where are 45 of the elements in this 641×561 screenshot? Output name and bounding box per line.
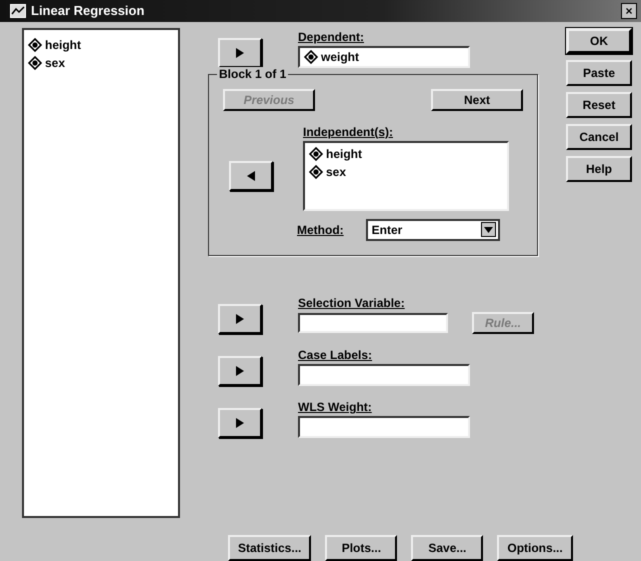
move-button[interactable] (218, 304, 262, 334)
dialog-button[interactable]: Options... (497, 535, 573, 561)
move-button[interactable] (229, 160, 273, 191)
method-label: Method: (297, 222, 344, 237)
variable-icon (309, 164, 323, 179)
dependent-field[interactable]: weight (298, 46, 470, 68)
left-triangle-icon (247, 170, 255, 181)
independents-label: Independent(s): (303, 124, 394, 139)
move-button[interactable] (218, 38, 262, 68)
method-dropdown[interactable]: Enter (366, 218, 500, 241)
dialog-button[interactable]: Plots... (325, 535, 398, 561)
next-button[interactable]: Next (431, 88, 523, 111)
right-triangle-icon (236, 48, 244, 58)
selection-variable-label: Selection Variable: (298, 296, 406, 310)
dependent-label: Dependent: (298, 30, 365, 44)
dialog-button[interactable]: Help (566, 156, 632, 182)
dialog-button[interactable]: Statistics... (228, 535, 312, 561)
wls-weight-field[interactable] (298, 416, 470, 438)
dialog-button[interactable]: Paste (566, 60, 632, 86)
close-button[interactable]: × (621, 2, 637, 19)
variable-icon (28, 56, 42, 70)
variable-icon (309, 146, 323, 161)
variable-item[interactable]: sex (28, 54, 174, 72)
variable-icon (304, 50, 318, 64)
variable-item[interactable]: sex (309, 162, 503, 181)
case-labels-field[interactable] (298, 364, 470, 386)
right-triangle-icon (236, 366, 244, 376)
dialog-button[interactable]: Cancel (566, 124, 632, 150)
dialog-button[interactable]: Save... (411, 535, 484, 561)
dialog-button[interactable]: OK (566, 28, 632, 54)
block-title: Block 1 of 1 (217, 66, 288, 81)
wls-weight-label: WLS Weight: (298, 400, 373, 414)
window-title: Linear Regression (31, 3, 144, 18)
move-button[interactable] (218, 408, 262, 438)
variable-icon (28, 38, 42, 52)
dialog-button[interactable]: Reset (566, 92, 632, 118)
move-button[interactable] (218, 356, 262, 386)
selection-variable-field[interactable] (298, 312, 448, 333)
right-triangle-icon (236, 418, 244, 428)
app-icon (10, 4, 26, 18)
independents-list[interactable]: height sex (303, 140, 509, 211)
variable-item[interactable]: height (28, 36, 174, 54)
variable-item[interactable]: height (309, 144, 503, 163)
right-triangle-icon (236, 314, 244, 324)
case-labels-label: Case Labels: (298, 348, 374, 362)
